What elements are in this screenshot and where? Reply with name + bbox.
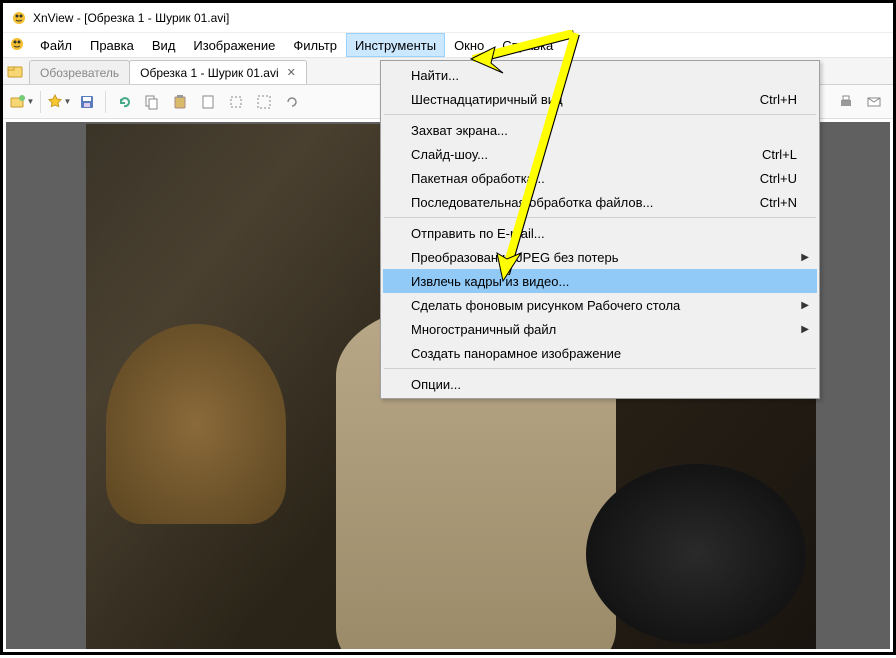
menu-edit[interactable]: Правка bbox=[81, 33, 143, 57]
cut-icon bbox=[200, 94, 216, 110]
toolbar-save[interactable] bbox=[74, 89, 100, 115]
tab-browser-label: Обозреватель bbox=[40, 66, 119, 80]
select-icon bbox=[256, 94, 272, 110]
menu-shortcut: Ctrl+U bbox=[760, 171, 797, 186]
menu-item-label: Многостраничный файл bbox=[411, 322, 556, 337]
submenu-arrow-icon: ▶ bbox=[801, 324, 809, 335]
menu-item-label: Преобразование JPEG без потерь bbox=[411, 250, 619, 265]
tab-browser[interactable]: Обозреватель bbox=[29, 60, 130, 84]
window-menu-icon[interactable] bbox=[9, 36, 25, 52]
menu-item-3[interactable]: Захват экрана... bbox=[383, 118, 817, 142]
print-icon bbox=[838, 94, 854, 110]
menu-item-6[interactable]: Последовательная обработка файлов... Ctrl… bbox=[383, 190, 817, 214]
toolbar-rotate[interactable] bbox=[279, 89, 305, 115]
menu-image[interactable]: Изображение bbox=[184, 33, 284, 57]
menu-item-1[interactable]: Шестнадцатиричный вид Ctrl+H bbox=[383, 87, 817, 111]
menu-item-9[interactable]: Преобразование JPEG без потерь ▶ bbox=[383, 245, 817, 269]
menu-window[interactable]: Окно bbox=[445, 33, 493, 57]
menu-item-13[interactable]: Создать панорамное изображение bbox=[383, 341, 817, 365]
tab-browser-icon[interactable] bbox=[7, 64, 23, 80]
menu-item-label: Пакетная обработка... bbox=[411, 171, 545, 186]
toolbar-mail[interactable] bbox=[861, 89, 887, 115]
crop-icon bbox=[228, 94, 244, 110]
menu-item-11[interactable]: Сделать фоновым рисунком Рабочего стола ▶ bbox=[383, 293, 817, 317]
toolbar-separator bbox=[40, 91, 41, 113]
menu-item-15[interactable]: Опции... bbox=[383, 372, 817, 396]
menu-item-label: Слайд-шоу... bbox=[411, 147, 488, 162]
toolbar-undo[interactable] bbox=[111, 89, 137, 115]
new-folder-icon bbox=[10, 94, 26, 110]
menu-item-10[interactable]: Извлечь кадры из видео... bbox=[383, 269, 817, 293]
toolbar-new-folder[interactable]: ▼ bbox=[9, 89, 35, 115]
tab-close-icon[interactable]: ✕ bbox=[287, 66, 296, 79]
toolbar-separator bbox=[105, 91, 106, 113]
toolbar-select[interactable] bbox=[251, 89, 277, 115]
mail-icon bbox=[866, 94, 882, 110]
tab-active-label: Обрезка 1 - Шурик 01.avi bbox=[140, 66, 279, 80]
star-icon bbox=[47, 94, 63, 110]
menu-filter[interactable]: Фильтр bbox=[284, 33, 346, 57]
menu-item-label: Найти... bbox=[411, 68, 459, 83]
paste-icon bbox=[172, 94, 188, 110]
toolbar-favorites[interactable]: ▼ bbox=[46, 89, 72, 115]
menu-separator bbox=[384, 217, 816, 218]
undo-icon bbox=[116, 94, 132, 110]
window-title: XnView - [Обрезка 1 - Шурик 01.avi] bbox=[33, 11, 229, 25]
tools-dropdown: Найти... Шестнадцатиричный вид Ctrl+H Захва… bbox=[380, 60, 820, 399]
tab-active[interactable]: Обрезка 1 - Шурик 01.avi ✕ bbox=[129, 60, 307, 84]
toolbar-crop[interactable] bbox=[223, 89, 249, 115]
toolbar-paste[interactable] bbox=[167, 89, 193, 115]
menu-file[interactable]: Файл bbox=[31, 33, 81, 57]
menu-shortcut: Ctrl+L bbox=[762, 147, 797, 162]
menu-separator bbox=[384, 114, 816, 115]
menu-item-4[interactable]: Слайд-шоу... Ctrl+L bbox=[383, 142, 817, 166]
menu-item-label: Создать панорамное изображение bbox=[411, 346, 621, 361]
toolbar-copy[interactable] bbox=[139, 89, 165, 115]
app-icon bbox=[11, 10, 27, 26]
menu-item-label: Сделать фоновым рисунком Рабочего стола bbox=[411, 298, 680, 313]
menu-view[interactable]: Вид bbox=[143, 33, 185, 57]
menubar: Файл Правка Вид Изображение Фильтр Инстр… bbox=[3, 33, 893, 57]
toolbar-print[interactable] bbox=[833, 89, 859, 115]
menu-item-label: Последовательная обработка файлов... bbox=[411, 195, 653, 210]
menu-shortcut: Ctrl+H bbox=[760, 92, 797, 107]
menu-separator bbox=[384, 368, 816, 369]
menu-tools[interactable]: Инструменты bbox=[346, 33, 445, 57]
menu-item-5[interactable]: Пакетная обработка... Ctrl+U bbox=[383, 166, 817, 190]
menu-item-0[interactable]: Найти... bbox=[383, 63, 817, 87]
menu-shortcut: Ctrl+N bbox=[760, 195, 797, 210]
submenu-arrow-icon: ▶ bbox=[801, 252, 809, 263]
rotate-icon bbox=[284, 94, 300, 110]
menu-item-12[interactable]: Многостраничный файл ▶ bbox=[383, 317, 817, 341]
menu-help[interactable]: Справка bbox=[493, 33, 562, 57]
menu-item-label: Отправить по E-mail... bbox=[411, 226, 545, 241]
copy-icon bbox=[144, 94, 160, 110]
save-icon bbox=[79, 94, 95, 110]
submenu-arrow-icon: ▶ bbox=[801, 300, 809, 311]
menu-item-label: Шестнадцатиричный вид bbox=[411, 92, 563, 107]
menu-item-label: Захват экрана... bbox=[411, 123, 508, 138]
menu-item-label: Извлечь кадры из видео... bbox=[411, 274, 569, 289]
menu-item-8[interactable]: Отправить по E-mail... bbox=[383, 221, 817, 245]
title-bar: XnView - [Обрезка 1 - Шурик 01.avi] bbox=[3, 3, 893, 33]
toolbar-cut[interactable] bbox=[195, 89, 221, 115]
menu-item-label: Опции... bbox=[411, 377, 461, 392]
